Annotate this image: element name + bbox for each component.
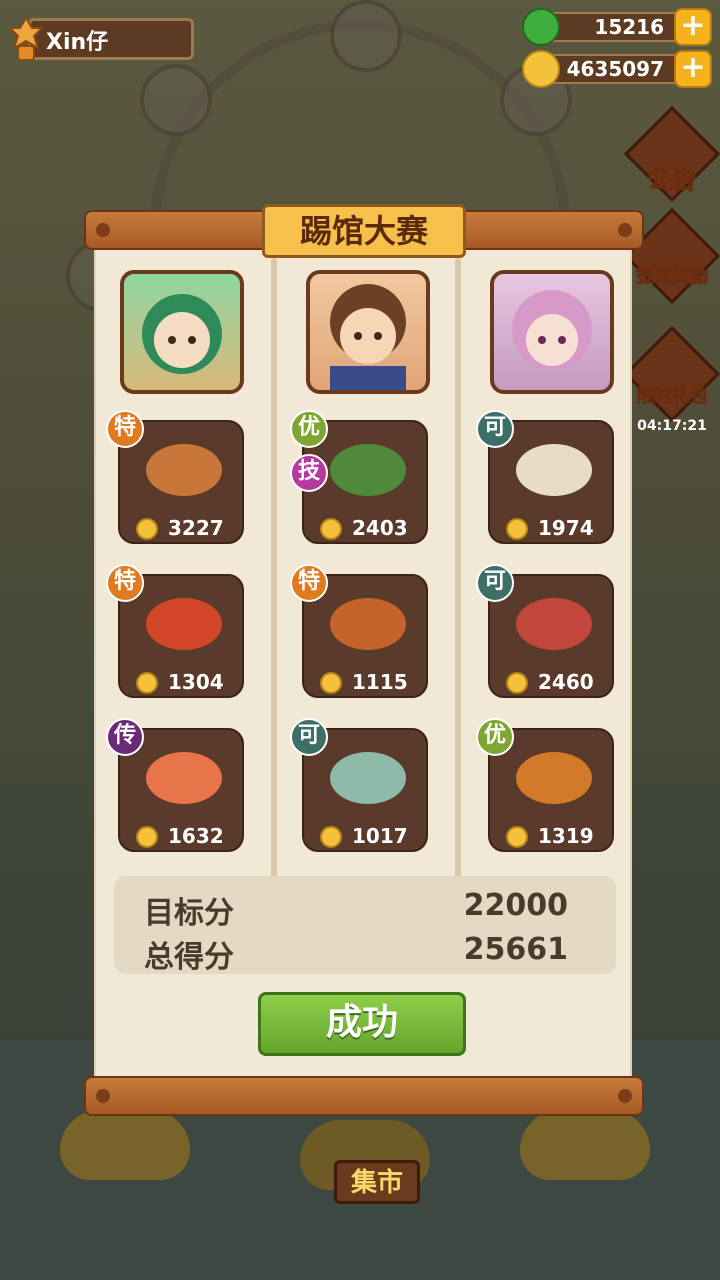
grade-badge: 可: [290, 718, 328, 756]
dish-score: 3227: [168, 516, 224, 540]
tea-set-dish-icon: [330, 752, 406, 804]
notice-label: 公告: [648, 166, 697, 195]
noodle-bowl-dish-icon: [330, 598, 406, 650]
player-avatar-icon: [8, 16, 44, 61]
dish-score: 1319: [538, 824, 594, 848]
coin-icon: [320, 672, 342, 694]
success-button[interactable]: 成功: [258, 992, 466, 1056]
grade-badge: 特: [290, 564, 328, 602]
player-name: Xin仔: [46, 30, 109, 55]
coin-icon: [506, 826, 528, 848]
pink-hair-girl-icon: [512, 290, 592, 370]
contestant-portrait-2[interactable]: [306, 270, 430, 394]
total-label: 总得分: [144, 940, 234, 975]
target-value: 22000: [463, 888, 568, 923]
add-jade-button[interactable]: +: [674, 8, 712, 46]
coin-icon: [506, 518, 528, 540]
gift-timer: 04:17:21: [637, 418, 707, 434]
dish-score: 2403: [352, 516, 408, 540]
soup-bowl-dish-icon: [146, 752, 222, 804]
coin-icon: [136, 826, 158, 848]
green-hair-girl-icon: [142, 294, 222, 374]
dish-score: 2460: [538, 670, 594, 694]
contestant-portrait-1[interactable]: [120, 270, 244, 394]
hotpot-dish-icon: [516, 598, 592, 650]
coin-icon: [136, 672, 158, 694]
column-divider: [271, 258, 277, 878]
grade-badge: 特: [106, 410, 144, 448]
jade-value: 15216: [594, 15, 664, 39]
bento-dish-icon: [330, 444, 406, 496]
grade-badge: 优: [290, 410, 328, 448]
brown-hair-boy-icon: [330, 284, 406, 390]
coin-resource: 4635097 +: [522, 50, 712, 88]
coin-icon: [320, 518, 342, 540]
checkin-label: 签到奖励: [636, 266, 709, 288]
dish-score: 1115: [352, 670, 408, 694]
coin-icon: [522, 50, 560, 88]
dish-score: 1017: [352, 824, 408, 848]
coin-value: 4635097: [566, 57, 664, 81]
grade-badge: 可: [476, 410, 514, 448]
target-label: 目标分: [144, 896, 234, 931]
coin-icon: [506, 672, 528, 694]
jade-resource: 15216 +: [522, 8, 712, 46]
skill-badge: 技: [290, 454, 328, 492]
add-coin-button[interactable]: +: [674, 50, 712, 88]
stew-pot-dish-icon: [146, 444, 222, 496]
crayfish-dish-icon: [146, 598, 222, 650]
contestant-portrait-3[interactable]: [490, 270, 614, 394]
dish-score: 1632: [168, 824, 224, 848]
coin-icon: [320, 826, 342, 848]
grade-badge: 优: [476, 718, 514, 756]
dish-score: 1974: [538, 516, 594, 540]
layer-cake-dish-icon: [516, 444, 592, 496]
grade-badge: 传: [106, 718, 144, 756]
scroll-rod-bottom: [84, 1076, 644, 1116]
score-summary: 目标分 22000 总得分 25661: [114, 876, 616, 975]
jade-icon: [522, 8, 560, 46]
dish-score: 1304: [168, 670, 224, 694]
notice-button[interactable]: 公告: [623, 105, 720, 203]
column-divider: [455, 258, 461, 878]
player-tag[interactable]: Xin仔: [8, 16, 194, 62]
coin-icon: [136, 518, 158, 540]
gift-label: 限时礼包: [636, 386, 709, 408]
steamer-dish-icon: [516, 752, 592, 804]
limited-gift-button[interactable]: 限时礼包 04:17:21: [623, 325, 720, 450]
market-button[interactable]: 集市: [334, 1160, 420, 1204]
grade-badge: 特: [106, 564, 144, 602]
total-value: 25661: [463, 932, 568, 967]
panel-title: 踢馆大赛: [262, 204, 466, 258]
grade-badge: 可: [476, 564, 514, 602]
